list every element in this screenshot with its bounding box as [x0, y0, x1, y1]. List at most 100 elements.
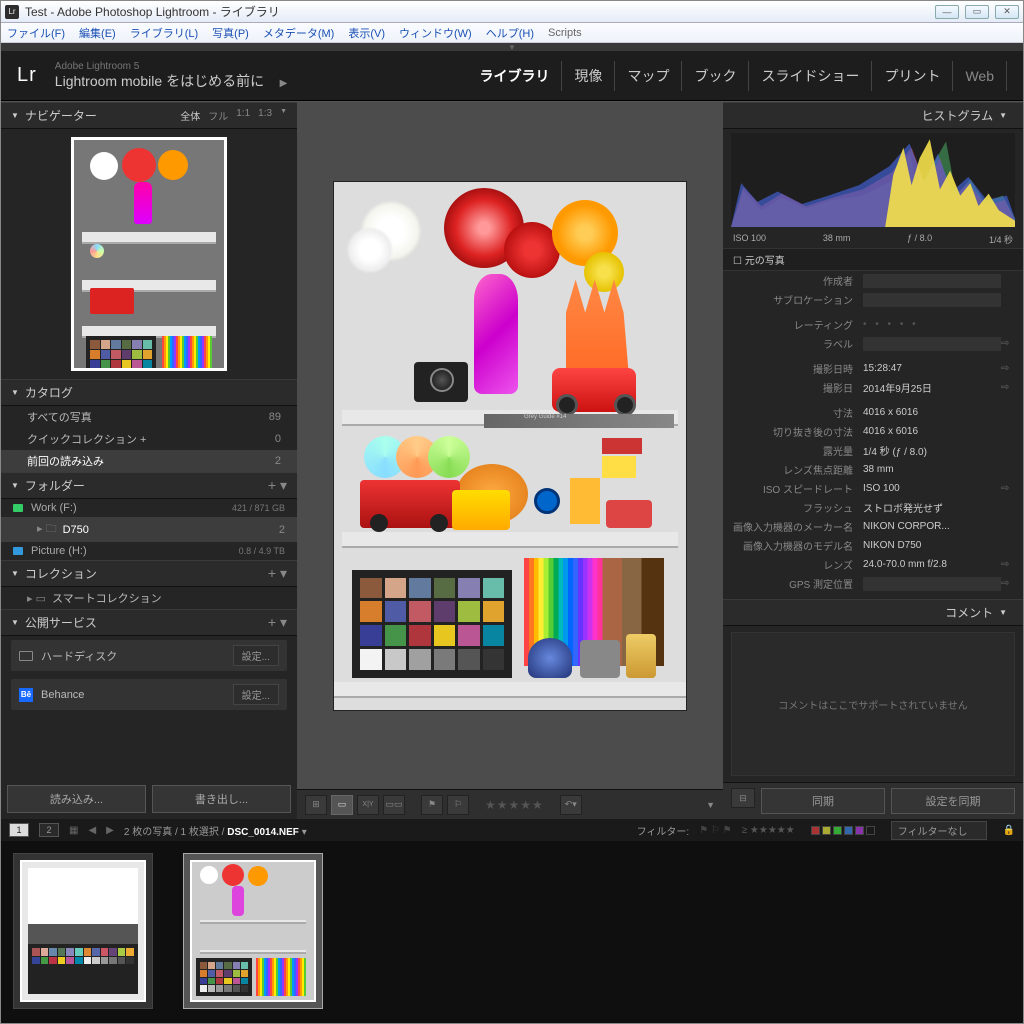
metadata-value[interactable]: 1/4 秒 (ƒ / 8.0)	[863, 443, 1001, 458]
monitor-2-button[interactable]: 2	[39, 823, 59, 837]
metadata-value[interactable]	[863, 577, 1001, 591]
module-web[interactable]: Web	[953, 61, 1007, 91]
grid-view-button[interactable]: ⊞	[305, 795, 327, 815]
filter-colors[interactable]	[811, 826, 875, 835]
survey-button[interactable]: ▭▭	[383, 795, 405, 815]
metadata-value[interactable]: ストロボ発光せず	[863, 500, 1001, 515]
metadata-arrow-icon[interactable]: ⇨	[1001, 363, 1013, 374]
metadata-value[interactable]: ISO 100	[863, 483, 1001, 494]
folder-volume-work[interactable]: Work (F:)421 / 871 GB	[1, 499, 297, 517]
metadata-arrow-icon[interactable]: ⇨	[1001, 483, 1013, 494]
module-develop[interactable]: 現像	[562, 61, 615, 91]
maximize-button[interactable]: ▭	[965, 5, 989, 19]
menu-metadata[interactable]: メタデータ(M)	[263, 25, 335, 41]
metadata-arrow-icon[interactable]: ⇨	[1001, 338, 1013, 349]
module-slideshow[interactable]: スライドショー	[749, 61, 872, 91]
add-collection-icon[interactable]: + ▾	[268, 565, 287, 582]
histogram[interactable]	[731, 133, 1015, 227]
flag-pick-button[interactable]: ⚑	[421, 795, 443, 815]
nav-mode-chevron-icon[interactable]: ▼	[280, 108, 287, 123]
monitor-1-button[interactable]: 1	[9, 823, 29, 837]
thumbnail[interactable]	[13, 853, 153, 1009]
metadata-value[interactable]: 24.0-70.0 mm f/2.8	[863, 559, 1001, 570]
minimize-button[interactable]: —	[935, 5, 959, 19]
metadata-value[interactable]: • • • • •	[863, 319, 1001, 330]
menu-library[interactable]: ライブラリ(L)	[130, 25, 198, 41]
menu-edit[interactable]: 編集(E)	[79, 25, 116, 41]
filter-lock-icon[interactable]: 🔒	[1003, 825, 1015, 836]
metadata-value[interactable]: 4016 x 6016	[863, 426, 1001, 437]
metadata-value[interactable]	[863, 337, 1001, 351]
folder-volume-picture[interactable]: Picture (H:)0.8 / 4.9 TB	[1, 542, 297, 560]
nav-mode-fit[interactable]: 全体	[180, 108, 200, 123]
module-map[interactable]: マップ	[615, 61, 682, 91]
rating-stars[interactable]: ★★★★★	[485, 798, 544, 812]
comments-header[interactable]: コメント ▼	[723, 599, 1023, 626]
publish-setup-button[interactable]: 設定...	[233, 645, 279, 666]
metadata-value[interactable]: 4016 x 6016	[863, 407, 1001, 418]
module-book[interactable]: ブック	[682, 61, 749, 91]
publish-behance[interactable]: BēBehance設定...	[11, 679, 287, 710]
nav-mode-1-3[interactable]: 1:3	[258, 108, 272, 123]
menu-scripts[interactable]: Scripts	[548, 27, 582, 39]
menu-help[interactable]: ヘルプ(H)	[486, 25, 534, 41]
publish-header[interactable]: ▼ 公開サービス + ▾	[1, 609, 297, 636]
catalog-header[interactable]: ▼ カタログ	[1, 379, 297, 406]
menu-photo[interactable]: 写真(P)	[212, 25, 249, 41]
filter-preset-dropdown[interactable]: フィルターなし	[891, 821, 987, 840]
histogram-header[interactable]: ヒストグラム ▼	[723, 102, 1023, 129]
metadata-value[interactable]	[863, 293, 1001, 307]
export-button[interactable]: 書き出し...	[152, 785, 291, 813]
play-icon[interactable]: ▶	[280, 78, 288, 89]
add-publish-icon[interactable]: + ▾	[268, 614, 287, 631]
metadata-value[interactable]: 38 mm	[863, 464, 1001, 475]
metadata-value[interactable]: 2014年9月25日	[863, 380, 1001, 395]
nav-mode-1-1[interactable]: 1:1	[236, 108, 250, 123]
menu-view[interactable]: 表示(V)	[348, 25, 385, 41]
mobile-prompt[interactable]: Lightroom mobile をはじめる前に	[55, 73, 264, 89]
loupe-view-button[interactable]: ▭	[331, 795, 353, 815]
folder-d750[interactable]: ▸ 🗀D7502	[1, 517, 297, 542]
sync-button[interactable]: 同期	[761, 788, 885, 814]
module-print[interactable]: プリント	[872, 61, 953, 91]
collapse-top-icon[interactable]: ▼	[1, 43, 1023, 51]
filmstrip[interactable]	[1, 841, 1023, 1023]
folders-header[interactable]: ▼ フォルダー + ▾	[1, 472, 297, 499]
rotate-button[interactable]: ↶▾	[560, 795, 582, 815]
navigator-header[interactable]: ▼ ナビゲーター 全体 フル 1:1 1:3 ▼	[1, 102, 297, 129]
collections-header[interactable]: ▼ コレクション + ▾	[1, 560, 297, 587]
nav-mode-fill[interactable]: フル	[208, 108, 228, 123]
catalog-item-quick[interactable]: クイックコレクション +0	[1, 428, 297, 450]
thumbnail-selected[interactable]	[183, 853, 323, 1009]
original-photo-checkbox[interactable]: ☐ 元の写真	[723, 248, 1023, 271]
metadata-arrow-icon[interactable]: ⇨	[1001, 559, 1013, 570]
compare-button[interactable]: X|Y	[357, 795, 379, 815]
metadata-value[interactable]	[863, 274, 1001, 288]
filter-rating[interactable]: ≥ ★★★★★	[742, 825, 795, 836]
publish-harddisk[interactable]: ハードディスク設定...	[11, 640, 287, 671]
next-arrow-icon[interactable]: ▶	[106, 825, 114, 836]
loupe-view[interactable]: Grey Guide #14	[297, 102, 723, 789]
menu-window[interactable]: ウィンドウ(W)	[399, 25, 472, 41]
sync-settings-button[interactable]: 設定を同期	[891, 788, 1015, 814]
add-folder-icon[interactable]: + ▾	[268, 477, 287, 494]
catalog-item-all[interactable]: すべての写真89	[1, 406, 297, 428]
close-button[interactable]: ✕	[995, 5, 1019, 19]
metadata-value[interactable]: NIKON CORPOR...	[863, 521, 1001, 532]
metadata-value[interactable]: NIKON D750	[863, 540, 1001, 551]
menu-file[interactable]: ファイル(F)	[7, 25, 65, 41]
metadata-arrow-icon[interactable]: ⇨	[1001, 578, 1013, 589]
import-button[interactable]: 読み込み...	[7, 785, 146, 813]
flag-reject-button[interactable]: ⚐	[447, 795, 469, 815]
grid-icon[interactable]: ▦	[69, 825, 78, 836]
navigator-preview[interactable]	[1, 129, 297, 379]
smart-collections[interactable]: ▸ ▭スマートコレクション	[1, 587, 297, 609]
toolbar-chevron-icon[interactable]: ▼	[706, 800, 715, 810]
module-library[interactable]: ライブラリ	[467, 61, 562, 91]
metadata-value[interactable]: 15:28:47	[863, 363, 1001, 374]
publish-setup-button[interactable]: 設定...	[233, 684, 279, 705]
metadata-arrow-icon[interactable]: ⇨	[1001, 382, 1013, 393]
catalog-item-previous[interactable]: 前回の読み込み2	[1, 450, 297, 472]
prev-arrow-icon[interactable]: ◀	[88, 825, 96, 836]
filter-flags[interactable]: ⚑ ⚐ ⚑	[699, 825, 731, 836]
